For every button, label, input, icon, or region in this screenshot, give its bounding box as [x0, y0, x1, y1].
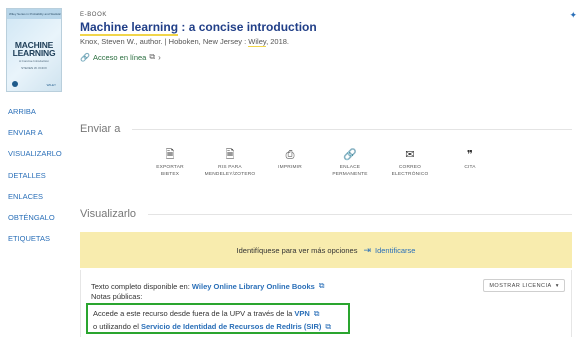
- ris-icon: 🗎: [225, 149, 235, 161]
- sign-in-label[interactable]: Identificarse: [375, 246, 415, 255]
- divider: [148, 213, 572, 215]
- cover-author: STEVEN W. KNOX: [21, 66, 47, 70]
- permalink-label: ENLACE PERMANENTE: [332, 165, 368, 177]
- send-to-section-header: Enviar a: [80, 123, 572, 135]
- nav-item-detalles[interactable]: DETALLES: [8, 171, 70, 192]
- view-it-heading: Visualizarlo: [80, 208, 137, 220]
- ris-export-button[interactable]: 🗎 RIS PARA MENDELEY/ZOTERO: [200, 148, 260, 178]
- link-icon: 🔗: [80, 52, 90, 62]
- access-notes-box: Accede a este recurso desde fuera de la …: [86, 303, 350, 334]
- chevron-down-icon: ▾: [555, 282, 559, 289]
- nav-item-enlaces[interactable]: ENLACES: [8, 192, 70, 213]
- email-icon: ✉: [405, 149, 415, 161]
- show-license-button[interactable]: MOSTRAR LICENCIA ▾: [483, 279, 565, 292]
- permalink-button[interactable]: 🔗 ENLACE PERMANENTE: [320, 148, 380, 178]
- vpn-link[interactable]: VPN: [294, 309, 309, 318]
- divider: [132, 128, 572, 130]
- cover-title: MACHINE LEARNING: [12, 40, 56, 58]
- export-bibtex-label: EXPORTAR BIBTEX: [156, 165, 184, 177]
- nav-item-arriba[interactable]: ARRIBA: [8, 107, 70, 128]
- nav-item-obtengalo[interactable]: OBTÉNGALO: [8, 213, 70, 234]
- sign-in-message: Identifíquese para ver más opciones: [236, 245, 358, 255]
- cover-publisher: WILEY: [46, 83, 56, 87]
- email-button[interactable]: ✉ CORREO ELECTRÓNICO: [380, 148, 440, 178]
- vpn-note: Accede a este recurso desde fuera de la …: [93, 309, 320, 318]
- record-metadata: Knox, Steven W., author. | Hoboken, New …: [80, 37, 289, 47]
- print-button[interactable]: ⎙ IMPRIMIR: [260, 148, 320, 178]
- record-title[interactable]: Machine learning : a concise introductio…: [80, 20, 317, 36]
- sir-note: o utilizando el Servicio de Identidad de…: [93, 322, 332, 331]
- sign-in-button[interactable]: ⇥ Identificarse: [363, 245, 415, 256]
- cite-button[interactable]: ❞ CITA: [440, 148, 500, 178]
- online-access-link[interactable]: 🔗 Acceso en línea ⧉ ›: [80, 52, 317, 62]
- fulltext-availability: Texto completo disponible en: Wiley Onli…: [91, 281, 325, 291]
- cover-subtitle: A Concise Introduction: [18, 59, 50, 63]
- nav-item-etiquetas[interactable]: ETIQUETAS: [8, 234, 70, 255]
- export-bibtex-button[interactable]: 🗎 EXPORTAR BIBTEX: [140, 148, 200, 178]
- record-title-rest[interactable]: : a concise introduction: [178, 20, 316, 34]
- external-link-icon[interactable]: ⧉: [325, 322, 331, 331]
- export-bibtex-icon: 🗎: [165, 149, 175, 161]
- chevron-right-icon: ›: [158, 52, 161, 62]
- ris-export-label: RIS PARA MENDELEY/ZOTERO: [204, 165, 256, 177]
- sir-link[interactable]: Servicio de Identidad de Recursos de Red…: [141, 322, 321, 331]
- record-header: E-BOOK Machine learning : a concise intr…: [80, 12, 317, 62]
- external-link-icon[interactable]: ⧉: [314, 309, 320, 318]
- send-to-heading: Enviar a: [80, 123, 121, 135]
- quote-icon: ❞: [467, 149, 473, 161]
- show-license-label[interactable]: MOSTRAR LICENCIA: [489, 283, 551, 289]
- email-label: CORREO ELECTRÓNICO: [391, 165, 429, 177]
- external-link-icon[interactable]: ⧉: [319, 281, 325, 291]
- view-it-section-header: Visualizarlo: [80, 208, 572, 220]
- print-label: IMPRIMIR: [278, 165, 302, 170]
- record-title-highlight[interactable]: Machine learning: [80, 20, 179, 36]
- nav-item-visualizarlo[interactable]: VISUALIZARLO: [8, 149, 70, 170]
- print-icon: ⎙: [285, 149, 295, 161]
- nav-item-enviar-a[interactable]: ENVIAR A: [8, 128, 70, 149]
- book-cover-image[interactable]: Wiley Series in Probability and Statisti…: [6, 8, 62, 92]
- section-nav: ARRIBA ENVIAR A VISUALIZARLO DETALLES EN…: [8, 107, 70, 255]
- cover-series-strip: Wiley Series in Probability and Statisti…: [7, 9, 61, 19]
- publisher-highlight: Wiley: [248, 37, 267, 47]
- sign-in-icon: ⇥: [363, 244, 371, 255]
- cite-label: CITA: [464, 165, 476, 170]
- fulltext-provider-link[interactable]: Wiley Online Library Online Books: [192, 282, 315, 291]
- permalink-icon: 🔗: [343, 149, 357, 161]
- resource-type-label: E-BOOK: [80, 12, 107, 18]
- pin-icon[interactable]: ✦: [569, 10, 577, 21]
- public-notes-label: Notas públicas:: [91, 292, 143, 301]
- sign-in-bar: Identifíquese para ver más opciones ⇥ Id…: [80, 232, 572, 268]
- cover-logo: [12, 81, 18, 87]
- external-link-icon: ⧉: [149, 52, 156, 61]
- send-to-actions: 🗎 EXPORTAR BIBTEX 🗎 RIS PARA MENDELEY/ZOTE…: [140, 148, 500, 178]
- online-access-label[interactable]: Acceso en línea: [93, 53, 146, 62]
